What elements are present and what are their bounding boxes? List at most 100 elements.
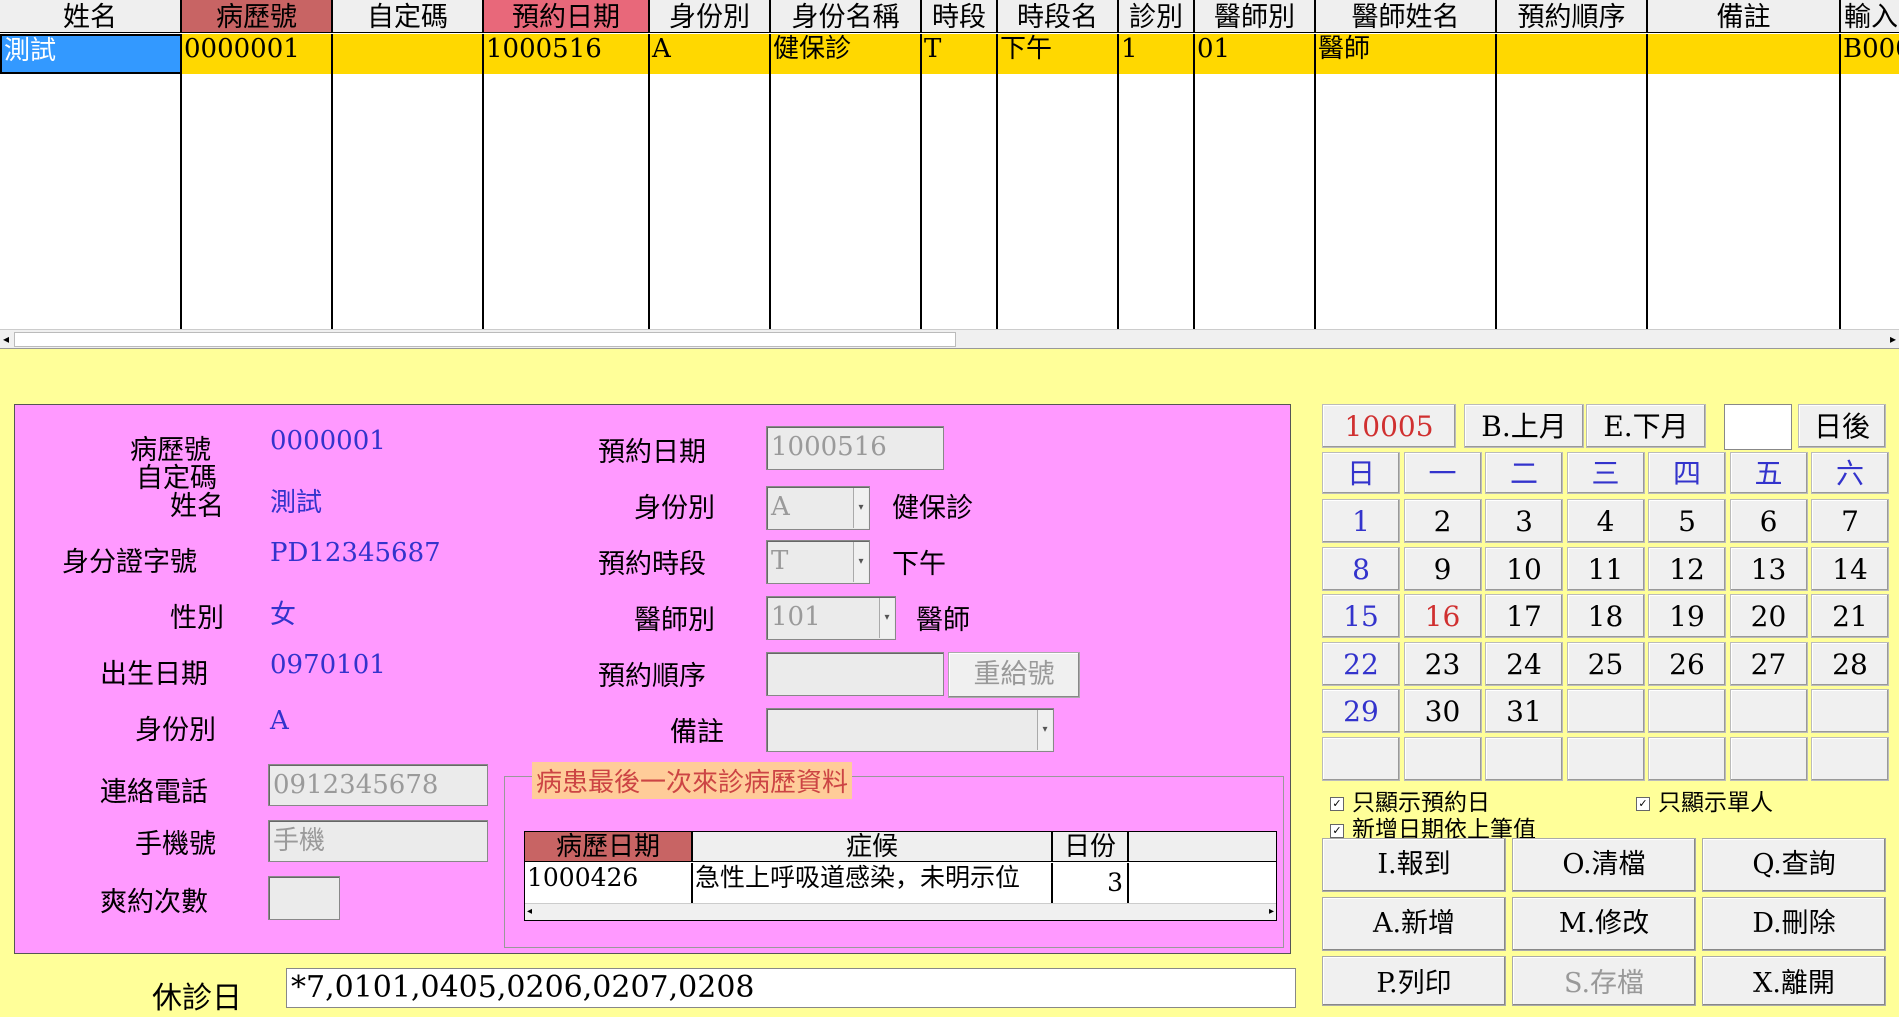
calendar-day[interactable]: 7: [1811, 499, 1889, 543]
calendar-day[interactable]: 26: [1648, 641, 1726, 686]
next-month-button[interactable]: E.下月: [1586, 404, 1706, 448]
doctor-select[interactable]: 101 ▾: [766, 596, 896, 640]
missed-count-field[interactable]: [268, 876, 340, 920]
cell-order[interactable]: [1497, 34, 1648, 74]
days-after-button[interactable]: 日後: [1798, 404, 1886, 448]
calendar-day[interactable]: 14: [1811, 546, 1889, 591]
calendar-day[interactable]: 9: [1403, 546, 1482, 591]
modify-button[interactable]: M.修改: [1512, 897, 1696, 951]
appt-order-field[interactable]: [766, 652, 944, 696]
cell-note[interactable]: [1648, 34, 1841, 74]
note-select[interactable]: ▾: [766, 708, 1054, 752]
phone-field[interactable]: 0912345678: [268, 764, 488, 806]
table-row[interactable]: 測試 0000001 1000516 A 健保診 T 下午 1 01 醫師 B0…: [0, 34, 1899, 74]
cell-clinic[interactable]: 1: [1119, 34, 1195, 74]
calendar-day[interactable]: 21: [1811, 594, 1889, 638]
cell-days[interactable]: 3: [1053, 863, 1129, 903]
day-offset-input[interactable]: [1724, 404, 1792, 450]
calendar-day[interactable]: 13: [1729, 546, 1808, 591]
calendar-day[interactable]: 11: [1566, 546, 1645, 591]
col-header-identity-name[interactable]: 身份名稱: [771, 0, 922, 33]
scroll-right-icon[interactable]: ▸: [1269, 904, 1274, 920]
cell-chart-no[interactable]: 0000001: [182, 34, 333, 74]
cell-period[interactable]: T: [922, 34, 998, 74]
print-button[interactable]: P.列印: [1322, 956, 1506, 1006]
col-header-appt-date[interactable]: 預約日期: [484, 0, 650, 33]
calendar-day[interactable]: 31: [1485, 689, 1563, 733]
chevron-down-icon[interactable]: ▾: [1037, 710, 1052, 750]
cell-identity[interactable]: A: [650, 34, 771, 74]
col-header-clinic[interactable]: 診別: [1119, 0, 1195, 33]
appointment-grid[interactable]: 姓名 病歷號 自定碼 預約日期 身份別 身份名稱 時段 時段名 診別 醫師別 醫…: [0, 0, 1899, 349]
identity-select[interactable]: A ▾: [766, 486, 870, 530]
calendar-day[interactable]: 23: [1403, 641, 1482, 686]
add-button[interactable]: A.新增: [1322, 897, 1506, 951]
scroll-left-icon[interactable]: ◂: [527, 904, 532, 920]
cell-doctor-name[interactable]: 醫師: [1316, 34, 1497, 74]
cell-name[interactable]: 測試: [0, 34, 182, 74]
col-header-doctor-name[interactable]: 醫師姓名: [1316, 0, 1497, 33]
calendar-day[interactable]: 1: [1322, 499, 1400, 543]
check-icon[interactable]: ✓: [1330, 797, 1344, 811]
calendar-day[interactable]: 24: [1485, 641, 1563, 686]
col-header-chart-no[interactable]: 病歷號: [182, 0, 333, 33]
col-header-doctor-id[interactable]: 醫師別: [1195, 0, 1316, 33]
calendar-day[interactable]: 8: [1322, 546, 1400, 591]
exit-button[interactable]: X.離開: [1702, 956, 1886, 1006]
calendar-day[interactable]: 12: [1648, 546, 1726, 591]
check-icon[interactable]: ✓: [1636, 797, 1650, 811]
chevron-down-icon[interactable]: ▾: [853, 542, 868, 582]
col-header-order[interactable]: 預約順序: [1497, 0, 1648, 33]
period-select[interactable]: T ▾: [766, 540, 870, 584]
calendar-day[interactable]: 10: [1485, 546, 1563, 591]
last-visit-grid[interactable]: 病歷日期 症候 日份 1000426 急性上呼吸道感染，未明示位 3 ◂ ▸: [524, 831, 1277, 921]
col-header-identity[interactable]: 身份別: [650, 0, 771, 33]
calendar-day[interactable]: 2: [1403, 499, 1482, 543]
col-header-name[interactable]: 姓名: [0, 0, 182, 33]
mini-horizontal-scrollbar[interactable]: ◂ ▸: [525, 903, 1276, 920]
calendar-day[interactable]: 28: [1811, 641, 1889, 686]
col-header-period[interactable]: 時段: [922, 0, 998, 33]
calendar-day[interactable]: 5: [1648, 499, 1726, 543]
calendar-day[interactable]: 30: [1403, 689, 1482, 733]
check-icon[interactable]: ✓: [1330, 824, 1344, 838]
scroll-left-icon[interactable]: ◂: [3, 330, 9, 348]
query-button[interactable]: Q.查詢: [1702, 838, 1886, 892]
cell-period-name[interactable]: 下午: [998, 34, 1119, 74]
delete-button[interactable]: D.刪除: [1702, 897, 1886, 951]
chevron-down-icon[interactable]: ▾: [853, 488, 868, 528]
calendar-day[interactable]: 16: [1403, 594, 1482, 638]
scroll-thumb[interactable]: [14, 332, 956, 347]
calendar-day[interactable]: 17: [1485, 594, 1563, 638]
renumber-button[interactable]: 重給號: [948, 652, 1080, 698]
calendar-day[interactable]: 27: [1729, 641, 1808, 686]
calendar-day[interactable]: 3: [1485, 499, 1563, 543]
calendar-day[interactable]: 19: [1648, 594, 1726, 638]
cell-custom-code[interactable]: [333, 34, 484, 74]
col-header-record-date[interactable]: 病歷日期: [525, 832, 693, 862]
save-button[interactable]: S.存檔: [1512, 956, 1696, 1006]
col-header-input[interactable]: 輸入: [1841, 0, 1899, 33]
cell-symptom[interactable]: 急性上呼吸道感染，未明示位: [693, 863, 1053, 903]
calendar-day[interactable]: 6: [1729, 499, 1808, 543]
calendar-day[interactable]: 25: [1566, 641, 1645, 686]
cell-input[interactable]: B000: [1841, 34, 1899, 74]
appt-date-field[interactable]: 1000516: [766, 426, 944, 470]
mobile-field[interactable]: 手機: [268, 820, 488, 862]
calendar-day[interactable]: 18: [1566, 594, 1645, 638]
cell-doctor-id[interactable]: 01: [1195, 34, 1316, 74]
col-header-note[interactable]: 備註: [1648, 0, 1841, 33]
col-header-symptom[interactable]: 症候: [693, 832, 1053, 862]
scroll-right-icon[interactable]: ▸: [1890, 330, 1896, 348]
calendar-day[interactable]: 29: [1322, 689, 1400, 733]
prev-month-button[interactable]: B.上月: [1464, 404, 1584, 448]
checkin-button[interactable]: I.報到: [1322, 838, 1506, 892]
col-header-custom-code[interactable]: 自定碼: [333, 0, 484, 33]
calendar-day[interactable]: 20: [1729, 594, 1808, 638]
calendar-day[interactable]: 15: [1322, 594, 1400, 638]
cell-record-date[interactable]: 1000426: [525, 863, 693, 903]
only-single-checkbox[interactable]: ✓ 只顯示單人: [1636, 783, 1773, 817]
col-header-days[interactable]: 日份: [1053, 832, 1129, 862]
col-header-period-name[interactable]: 時段名: [998, 0, 1119, 33]
calendar-day[interactable]: 4: [1566, 499, 1645, 543]
